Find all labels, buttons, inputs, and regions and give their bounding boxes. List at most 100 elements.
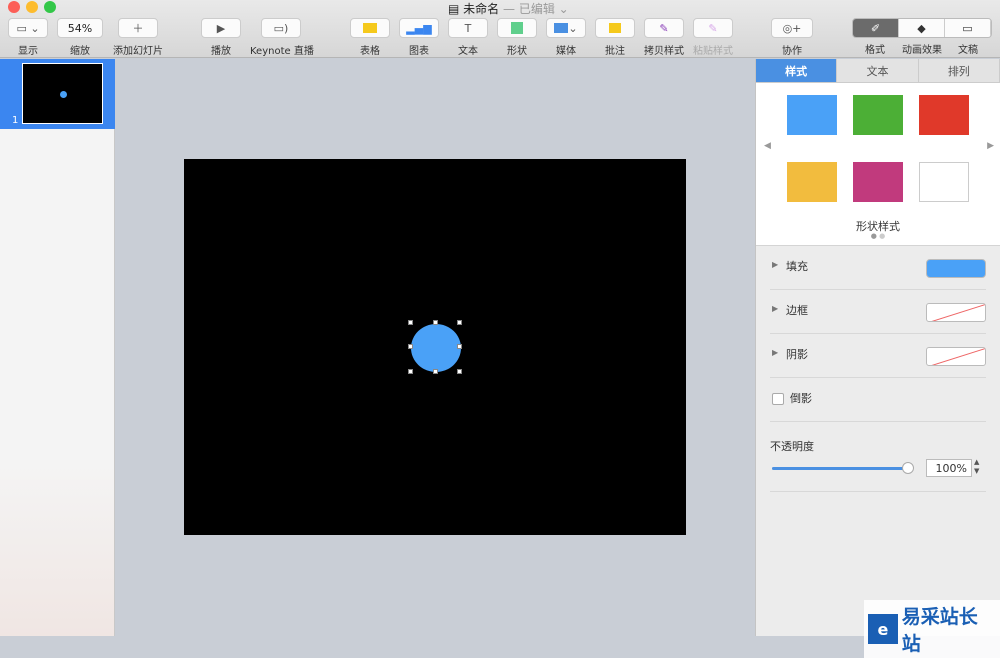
animate-label: 动画效果 (902, 45, 942, 56)
table-label: 表格 (360, 46, 380, 57)
minimize-button[interactable] (26, 1, 38, 13)
comment-icon (595, 18, 635, 38)
shape-button[interactable]: 形状 (497, 18, 537, 57)
opacity-label: 不透明度 (770, 440, 814, 453)
tab-style[interactable]: 样式 (756, 59, 838, 82)
circle-shape[interactable] (411, 324, 461, 372)
collaborate-button[interactable]: ◎+ 协作 (771, 18, 813, 57)
prev-arrow-icon[interactable]: ◀ (764, 141, 771, 151)
document-icon[interactable]: ▭ (945, 19, 991, 37)
shadow-row[interactable]: ▶ 阴影 (770, 334, 986, 378)
chart-label: 图表 (409, 46, 429, 57)
opacity-field[interactable]: 100% (926, 459, 972, 477)
resize-handle[interactable] (408, 369, 413, 374)
fill-row[interactable]: ▶ 填充 (770, 246, 986, 290)
copy-style-label: 拷贝样式 (644, 46, 684, 57)
slide-thumbnail[interactable]: 1 (0, 59, 115, 129)
fill-label: 填充 (786, 260, 808, 273)
shape-styles: ◀ ▶ 形状样式 ● ● (756, 83, 1000, 246)
media-icon: ⌄ (546, 18, 586, 38)
animate-icon[interactable]: ◆ (899, 19, 945, 37)
format-inspector: 样式 文本 排列 ◀ ▶ 形状样式 ● ● ▶ 填充 ▶ 边框 ▶ 阴影 倒影 不透明… (755, 59, 1000, 636)
thumbnail-circle (60, 91, 67, 98)
table-icon (350, 18, 390, 38)
title-text: 未命名 (463, 2, 500, 16)
disclosure-triangle-icon[interactable]: ▶ (772, 304, 778, 313)
view-button[interactable]: ▭ ⌄ 显示 (8, 18, 48, 57)
document-label: 文稿 (958, 45, 978, 56)
resize-handle[interactable] (433, 369, 438, 374)
keynote-live-button[interactable]: ▭) Keynote 直播 (250, 18, 314, 57)
tab-text[interactable]: 文本 (837, 59, 919, 82)
opacity-slider-knob[interactable] (902, 462, 914, 474)
edit-status[interactable]: — 已编辑 ⌄ (503, 2, 569, 16)
slide-number: 1 (12, 115, 19, 126)
watermark-logo-icon: e (868, 614, 898, 644)
style-swatch[interactable] (919, 95, 969, 135)
style-swatch[interactable] (853, 95, 903, 135)
next-arrow-icon[interactable]: ▶ (987, 141, 994, 151)
text-label: 文本 (458, 46, 478, 57)
format-label: 格式 (865, 45, 885, 56)
reflection-label: 倒影 (790, 392, 812, 405)
table-button[interactable]: 表格 (350, 18, 390, 57)
slide-canvas[interactable] (184, 159, 686, 535)
opacity-stepper[interactable]: ▲ ▼ (974, 458, 979, 476)
zoom-select[interactable]: 54% 缩放 (57, 18, 103, 57)
media-label: 媒体 (556, 46, 576, 57)
copy-style-button[interactable]: ✎ 拷贝样式 (643, 18, 685, 57)
toolbar: ▤ 未命名 — 已编辑 ⌄ ▭ ⌄ 显示 54% 缩放 ＋ 添加幻灯片 ▶ 播放 ▭) K… (0, 0, 1000, 58)
eyedropper-icon: ✎ (644, 18, 684, 38)
add-slide-label: 添加幻灯片 (113, 46, 163, 57)
page-dots[interactable]: ● ● (756, 232, 1000, 240)
close-button[interactable] (8, 1, 20, 13)
comment-label: 批注 (605, 46, 625, 57)
resize-handle[interactable] (433, 320, 438, 325)
disclosure-triangle-icon[interactable]: ▶ (772, 260, 778, 269)
chart-icon: ▂▄▆ (399, 18, 439, 38)
play-label: 播放 (211, 46, 231, 57)
comment-button[interactable]: 批注 (595, 18, 635, 57)
resize-handle[interactable] (457, 369, 462, 374)
sidebar-icon: ▭ ⌄ (8, 18, 48, 38)
watermark-text: 易采站长站 (901, 606, 978, 655)
media-button[interactable]: ⌄ 媒体 (546, 18, 586, 57)
window-title: ▤ 未命名 — 已编辑 ⌄ (448, 0, 569, 17)
opacity-slider-fill (772, 467, 908, 470)
resize-handle[interactable] (408, 344, 413, 349)
resize-handle[interactable] (457, 320, 462, 325)
collaborate-icon: ◎+ (771, 18, 813, 38)
inspector-switcher: ✐ ◆ ▭ (852, 18, 992, 38)
style-swatch[interactable] (787, 95, 837, 135)
format-icon[interactable]: ✐ (853, 19, 899, 37)
paste-style-label: 粘贴样式 (693, 46, 733, 57)
disclosure-triangle-icon[interactable]: ▶ (772, 348, 778, 357)
reflection-checkbox[interactable] (772, 393, 784, 405)
border-color-well[interactable] (926, 303, 986, 322)
style-swatch[interactable] (919, 162, 969, 202)
resize-handle[interactable] (408, 320, 413, 325)
zoom-button[interactable] (44, 1, 56, 13)
text-button[interactable]: T 文本 (448, 18, 488, 57)
resize-handle[interactable] (457, 344, 462, 349)
play-button[interactable]: ▶ 播放 (201, 18, 241, 57)
chart-button[interactable]: ▂▄▆ 图表 (399, 18, 439, 57)
shadow-color-well[interactable] (926, 347, 986, 366)
tab-arrange[interactable]: 排列 (918, 59, 1000, 82)
paste-style-button[interactable]: ✎ 粘贴样式 (692, 18, 734, 57)
shadow-label: 阴影 (786, 348, 808, 361)
view-label: 显示 (18, 46, 38, 57)
keynote-live-label: Keynote 直播 (250, 46, 314, 57)
border-row[interactable]: ▶ 边框 (770, 290, 986, 334)
watermark: e 易采站长站 (864, 600, 1000, 658)
add-slide-button[interactable]: ＋ 添加幻灯片 (112, 18, 164, 57)
fill-color-well[interactable] (926, 259, 986, 278)
opacity-row: 不透明度 100% ▲ ▼ (770, 422, 986, 492)
paste-eyedropper-icon: ✎ (693, 18, 733, 38)
style-swatch[interactable] (787, 162, 837, 202)
opacity-slider[interactable] (772, 462, 914, 474)
collaborate-label: 协作 (782, 46, 802, 57)
text-icon: T (448, 18, 488, 38)
document-icon: ▤ (448, 2, 460, 16)
style-swatch[interactable] (853, 162, 903, 202)
